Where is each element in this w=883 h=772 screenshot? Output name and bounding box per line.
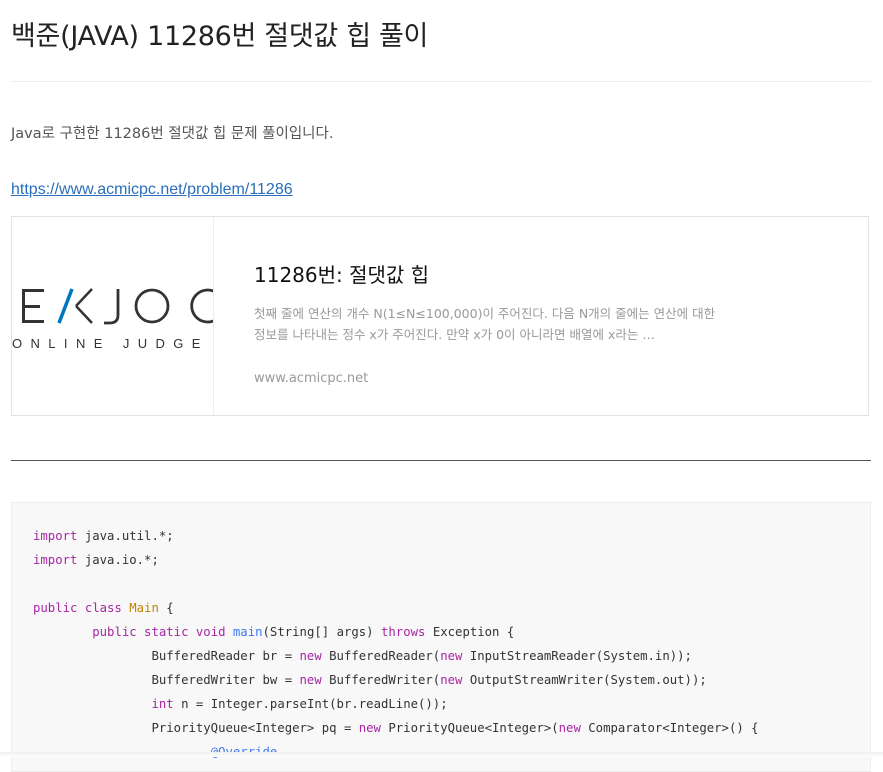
code-token: throws — [381, 625, 426, 639]
code-token: (String[] args) — [262, 625, 381, 639]
viewport-bottom-shadow — [0, 752, 883, 757]
code-token: new — [558, 721, 581, 735]
code-token: Comparator<Integer>() { — [580, 721, 759, 735]
code-token: BufferedWriter( — [321, 673, 441, 687]
code-line: BufferedWriter bw = new BufferedWriter(n… — [33, 668, 759, 692]
code-token: Exception { — [425, 625, 515, 639]
code-token: new — [358, 721, 381, 735]
code-line: public static void main(String[] args) t… — [33, 620, 759, 644]
code-token: new — [299, 673, 322, 687]
title-divider — [11, 81, 871, 82]
code-line: PriorityQueue<Integer> pq = new Priority… — [33, 716, 759, 740]
code-token: BufferedWriter bw = — [33, 673, 300, 687]
code-token: OutputStreamWriter(System.out)); — [462, 673, 707, 687]
baekjoon-logo-icon: ONLINE JUDGE — [12, 288, 213, 351]
preview-title: 11286번: 절댓값 힙 — [254, 263, 430, 287]
code-token: BufferedReader br = — [33, 649, 300, 663]
code-block[interactable]: import java.util.*; import java.io.*; pub… — [11, 502, 871, 772]
baekjoon-logo-thumbnail: ONLINE JUDGE — [12, 217, 214, 415]
code-token: import — [33, 553, 78, 567]
code-token: main — [232, 625, 263, 639]
code-line: BufferedReader br = new BufferedReader(n… — [33, 644, 759, 668]
code-line: int n = Integer.parseInt(br.readLine()); — [33, 692, 759, 716]
code-token: int — [151, 697, 174, 711]
post-intro: Java로 구현한 11286번 절댓값 힙 문제 풀이입니다. — [11, 126, 334, 142]
code-line: import java.util.*; — [33, 524, 759, 548]
section-divider — [11, 460, 871, 461]
code-token: java.util.*; — [77, 529, 174, 543]
preview-site: www.acmicpc.net — [254, 371, 369, 386]
code-line: import java.io.*; — [33, 548, 759, 572]
post-title: 백준(JAVA) 11286번 절댓값 힙 풀이 — [11, 21, 429, 52]
code-token: Main — [129, 601, 159, 615]
code-token: PriorityQueue<Integer> pq = — [33, 721, 359, 735]
code-token: public class — [33, 601, 130, 615]
code-content: import java.util.*; import java.io.*; pub… — [33, 524, 759, 764]
problem-link[interactable]: https://www.acmicpc.net/problem/11286 — [11, 181, 293, 199]
code-line: public class Main { — [33, 596, 759, 620]
code-token: n = Integer.parseInt(br.readLine()); — [173, 697, 448, 711]
code-token: new — [440, 649, 463, 663]
code-token: new — [440, 673, 463, 687]
code-token: java.io.*; — [77, 553, 159, 567]
code-token: import — [33, 529, 78, 543]
code-token: new — [299, 649, 322, 663]
preview-description: 첫째 줄에 연산의 개수 N(1≤N≤100,000)이 주어진다. 다음 N개… — [254, 306, 716, 342]
logo-subtext: ONLINE JUDGE — [12, 336, 209, 351]
code-token: BufferedReader( — [321, 649, 441, 663]
code-token: InputStreamReader(System.in)); — [462, 649, 692, 663]
code-token: { — [158, 601, 174, 615]
link-preview-card[interactable]: ONLINE JUDGE 11286번: 절댓값 힙 첫째 줄에 연산의 개수 … — [11, 216, 869, 416]
code-token: public static void — [92, 625, 233, 639]
code-token: PriorityQueue<Integer>( — [380, 721, 559, 735]
